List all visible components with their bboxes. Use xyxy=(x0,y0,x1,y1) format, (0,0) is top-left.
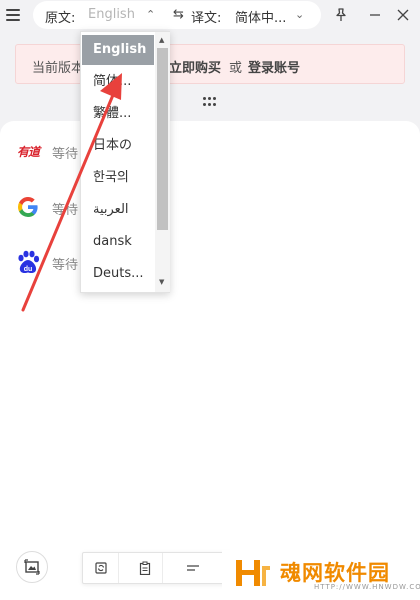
source-language-select[interactable]: English xyxy=(88,7,135,22)
screenshot-icon xyxy=(24,559,40,575)
scrollbar-thumb[interactable] xyxy=(157,48,168,230)
refresh-icon[interactable] xyxy=(83,553,119,583)
dropdown-scrollbar[interactable]: ▲ ▼ xyxy=(155,32,170,292)
upgrade-notice: 当前版本 立即购买 或 登录账号 xyxy=(15,44,405,84)
source-language-label: 原文: xyxy=(45,11,76,26)
watermark: 魂网软件园 HTTP://WWW.HNWDW.COM xyxy=(222,550,420,600)
pin-icon[interactable] xyxy=(330,4,352,26)
engine-status: 等待 xyxy=(52,258,79,273)
engine-status: 等待 xyxy=(52,203,79,218)
title-bar: 原文: English ⌃ ⇆ 译文: 简体中... ⌄ xyxy=(0,0,420,30)
dropdown-option[interactable]: 繁體... xyxy=(82,99,154,129)
dropdown-option[interactable]: 한국의 xyxy=(82,163,154,193)
svg-text:du: du xyxy=(24,266,33,273)
swap-icon[interactable]: ⇆ xyxy=(173,7,184,22)
engine-status: 等待 xyxy=(52,147,79,162)
language-selector-bar: 原文: English ⌃ ⇆ 译文: 简体中... ⌄ xyxy=(33,1,321,29)
dropdown-option[interactable]: 日本の xyxy=(82,131,154,161)
scroll-up-icon[interactable]: ▲ xyxy=(159,36,164,44)
watermark-logo-icon xyxy=(236,560,270,586)
watermark-url: HTTP://WWW.HNWDW.COM xyxy=(314,583,420,591)
language-dropdown: English 简体... 繁體... 日本の 한국의 العربية dans… xyxy=(80,31,170,293)
dropdown-option[interactable]: dansk xyxy=(82,227,154,257)
text-lines-icon[interactable] xyxy=(175,553,211,583)
youdao-logo-icon: 有道 xyxy=(16,144,40,159)
google-logo-icon xyxy=(14,195,42,219)
notice-text: 当前版本 xyxy=(32,61,85,76)
chevron-up-icon[interactable]: ⌃ xyxy=(146,8,155,21)
dropdown-option[interactable]: English xyxy=(82,35,154,65)
screenshot-button[interactable] xyxy=(16,551,48,583)
dropdown-option[interactable]: العربية xyxy=(82,195,154,225)
baidu-logo-icon: du xyxy=(14,250,42,274)
chevron-down-icon[interactable]: ⌄ xyxy=(295,8,304,21)
target-language-label: 译文: xyxy=(191,11,222,26)
dropdown-option[interactable]: 简体... xyxy=(82,67,154,97)
buy-now-link[interactable]: 立即购买 xyxy=(169,57,221,76)
action-toolbar xyxy=(82,552,232,584)
login-link[interactable]: 登录账号 xyxy=(248,57,300,76)
results-panel: 有道 等待 等待 du 等待 xyxy=(0,121,420,600)
dropdown-option[interactable]: Deuts... xyxy=(82,259,154,289)
close-icon[interactable] xyxy=(392,4,414,26)
target-language-select[interactable]: 简体中... xyxy=(235,7,286,26)
drag-handle-icon[interactable] xyxy=(203,97,217,107)
notice-or-text: 或 xyxy=(229,61,243,76)
clipboard-icon[interactable] xyxy=(127,553,163,583)
scroll-down-icon[interactable]: ▼ xyxy=(159,278,164,286)
minimize-icon[interactable] xyxy=(364,4,386,26)
menu-icon[interactable] xyxy=(6,5,26,25)
